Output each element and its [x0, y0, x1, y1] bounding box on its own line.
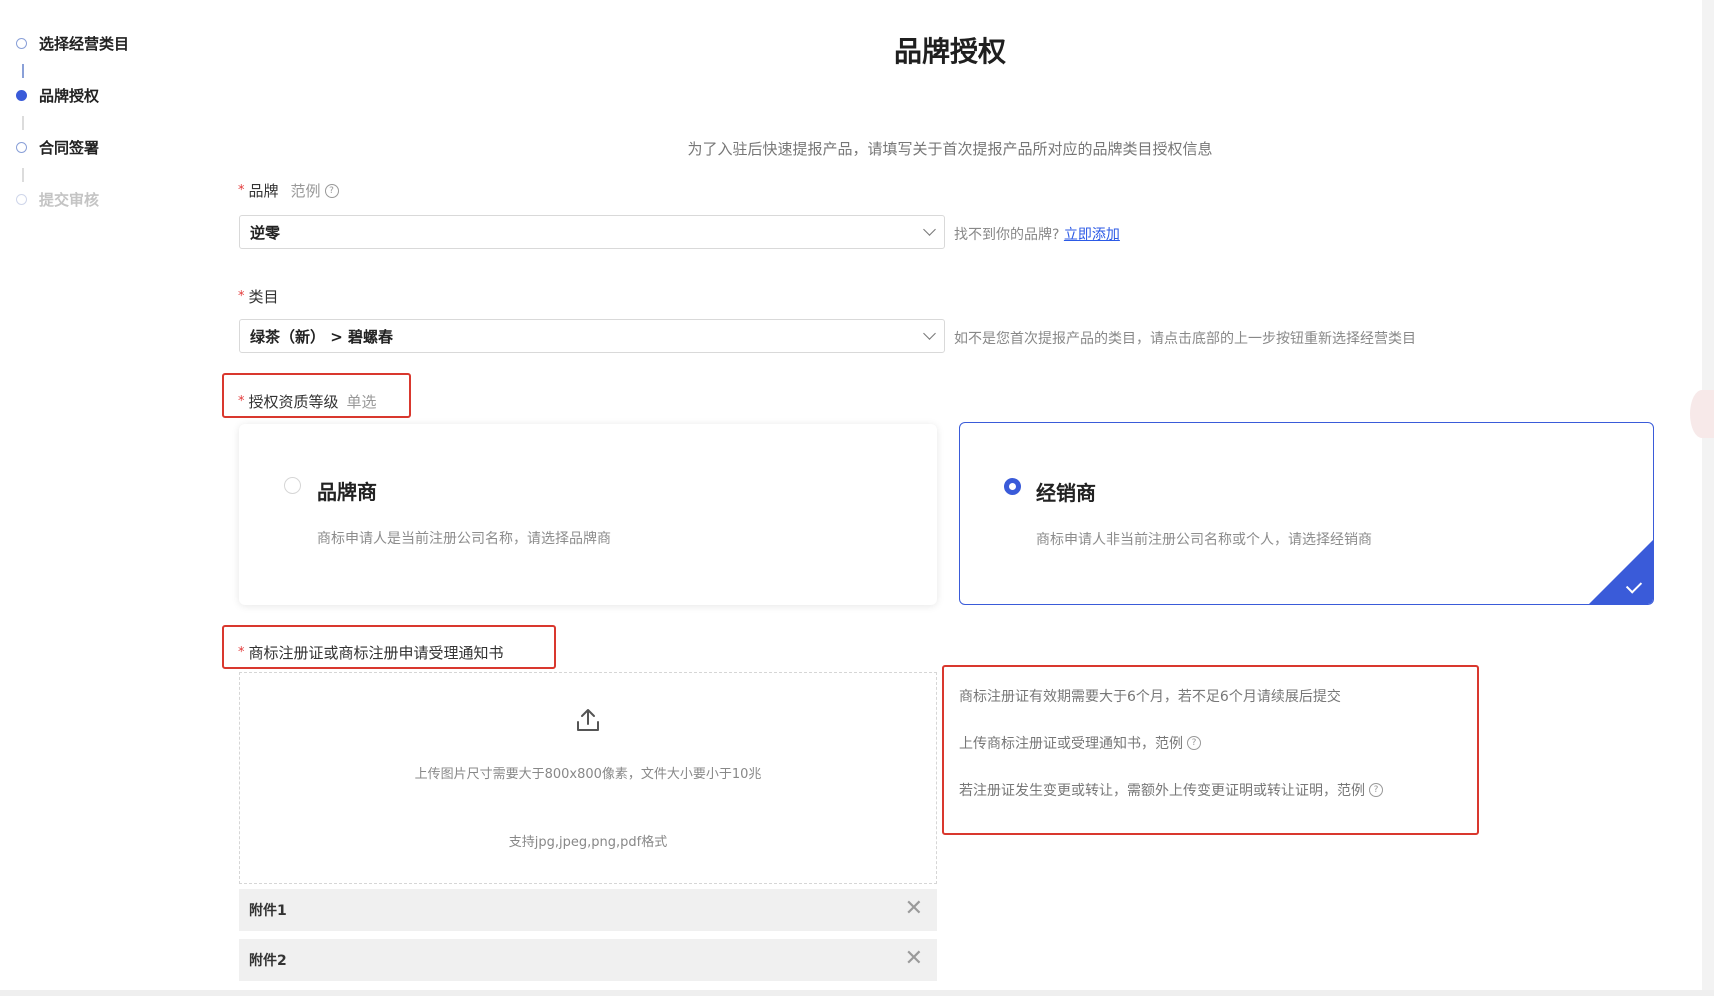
step-dot — [16, 141, 27, 153]
help-icon[interactable]: ? — [324, 183, 339, 198]
trademark-label: 商标注册证或商标注册申请受理通知书 — [248, 644, 504, 662]
qualification-note: 单选 — [346, 393, 377, 411]
close-icon[interactable]: ✕ — [905, 948, 923, 970]
step-brand-authorization[interactable]: 品牌授权 — [16, 82, 99, 108]
brand-hint-text: 找不到你的品牌? — [954, 227, 1060, 243]
qualification-field-label: * 授权资质等级 单选 — [238, 391, 377, 412]
option-card-brand-owner[interactable]: 品牌商 商标申请人是当前注册公司名称，请选择品牌商 — [239, 424, 937, 605]
upload-dropzone[interactable]: 上传图片尺寸需要大于800x800像素，文件大小要小于10兆 支持jpg,jpe… — [239, 672, 937, 884]
trademark-rule-text: 若注册证发生变更或转让，需额外上传变更证明或转让证明，范例 — [959, 783, 1365, 799]
step-label: 合同签署 — [39, 138, 100, 157]
bottom-edge — [0, 990, 1714, 996]
option-desc: 商标申请人是当前注册公司名称，请选择品牌商 — [317, 531, 611, 547]
category-label: 类目 — [248, 288, 279, 306]
required-mark: * — [238, 183, 245, 198]
brand-example-link[interactable]: 范例 — [291, 180, 321, 201]
attachment-name: 附件2 — [249, 953, 287, 969]
upload-format-hint: 支持jpg,jpeg,png,pdf格式 — [508, 835, 668, 850]
required-mark: * — [238, 289, 245, 304]
step-label: 选择经营类目 — [39, 34, 130, 53]
attachment-item: 附件1 ✕ — [239, 889, 937, 931]
trademark-rule: 若注册证发生变更或转让，需额外上传变更证明或转让证明，范例 ? — [959, 780, 1383, 800]
add-brand-link[interactable]: 立即添加 — [1064, 227, 1120, 243]
required-mark: * — [238, 394, 245, 409]
step-label: 提交审核 — [39, 190, 100, 209]
brand-hint: 找不到你的品牌? 立即添加 — [954, 224, 1120, 244]
radio-button-selected[interactable] — [1004, 478, 1021, 495]
option-title: 品牌商 — [317, 480, 377, 504]
step-submit-review: 提交审核 — [16, 186, 99, 212]
step-dot — [16, 37, 27, 49]
trademark-rule: 商标注册证有效期需要大于6个月，若不足6个月请续展后提交 — [959, 689, 1341, 705]
option-title: 经销商 — [1036, 481, 1096, 505]
brand-label: 品牌 — [248, 182, 279, 200]
radio-button[interactable] — [284, 477, 301, 494]
help-icon[interactable]: ? — [1369, 783, 1383, 797]
right-scroll-strip — [1702, 0, 1714, 996]
option-desc: 商标申请人非当前注册公司名称或个人，请选择经销商 — [1036, 532, 1372, 548]
upload-size-hint: 上传图片尺寸需要大于800x800像素，文件大小要小于10兆 — [414, 767, 762, 782]
step-connector — [22, 64, 24, 78]
brand-select-value: 逆零 — [250, 223, 281, 242]
step-label: 品牌授权 — [39, 86, 100, 105]
page-title: 品牌授权 — [893, 35, 1006, 68]
option-card-distributor[interactable]: 经销商 商标申请人非当前注册公司名称或个人，请选择经销商 — [959, 422, 1654, 605]
qualification-label: 授权资质等级 — [248, 393, 339, 411]
upload-icon — [577, 709, 599, 731]
step-dot — [16, 193, 27, 205]
step-connector — [22, 116, 24, 130]
floating-widget[interactable] — [1690, 390, 1714, 438]
category-select[interactable]: 绿茶（新） > 碧螺春 — [239, 319, 945, 353]
brand-field-label: * 品牌 范例 ? — [238, 180, 339, 201]
brand-select[interactable]: 逆零 — [239, 215, 945, 249]
trademark-rule-text: 上传商标注册证或受理通知书，范例 — [959, 736, 1183, 752]
attachment-item: 附件2 ✕ — [239, 939, 937, 981]
step-dot — [16, 89, 27, 101]
step-connector — [22, 168, 24, 182]
trademark-field-label: * 商标注册证或商标注册申请受理通知书 — [238, 642, 504, 663]
chevron-down-icon — [923, 223, 936, 236]
category-hint: 如不是您首次提报产品的类目，请点击底部的上一步按钮重新选择经营类目 — [954, 331, 1416, 347]
category-select-value: 绿茶（新） > 碧螺春 — [250, 327, 394, 346]
help-icon[interactable]: ? — [1187, 736, 1201, 750]
intro-text: 为了入驻后快速提报产品，请填写关于首次提报产品所对应的品牌类目授权信息 — [687, 140, 1213, 158]
trademark-rule: 上传商标注册证或受理通知书，范例 ? — [959, 733, 1201, 753]
category-field-label: * 类目 — [238, 286, 279, 307]
attachment-name: 附件1 — [249, 903, 287, 919]
step-contract-signing[interactable]: 合同签署 — [16, 134, 99, 160]
step-select-category[interactable]: 选择经营类目 — [16, 30, 129, 56]
close-icon[interactable]: ✕ — [905, 898, 923, 920]
required-mark: * — [238, 645, 245, 660]
chevron-down-icon — [923, 327, 936, 340]
selected-corner-badge — [1588, 539, 1653, 604]
